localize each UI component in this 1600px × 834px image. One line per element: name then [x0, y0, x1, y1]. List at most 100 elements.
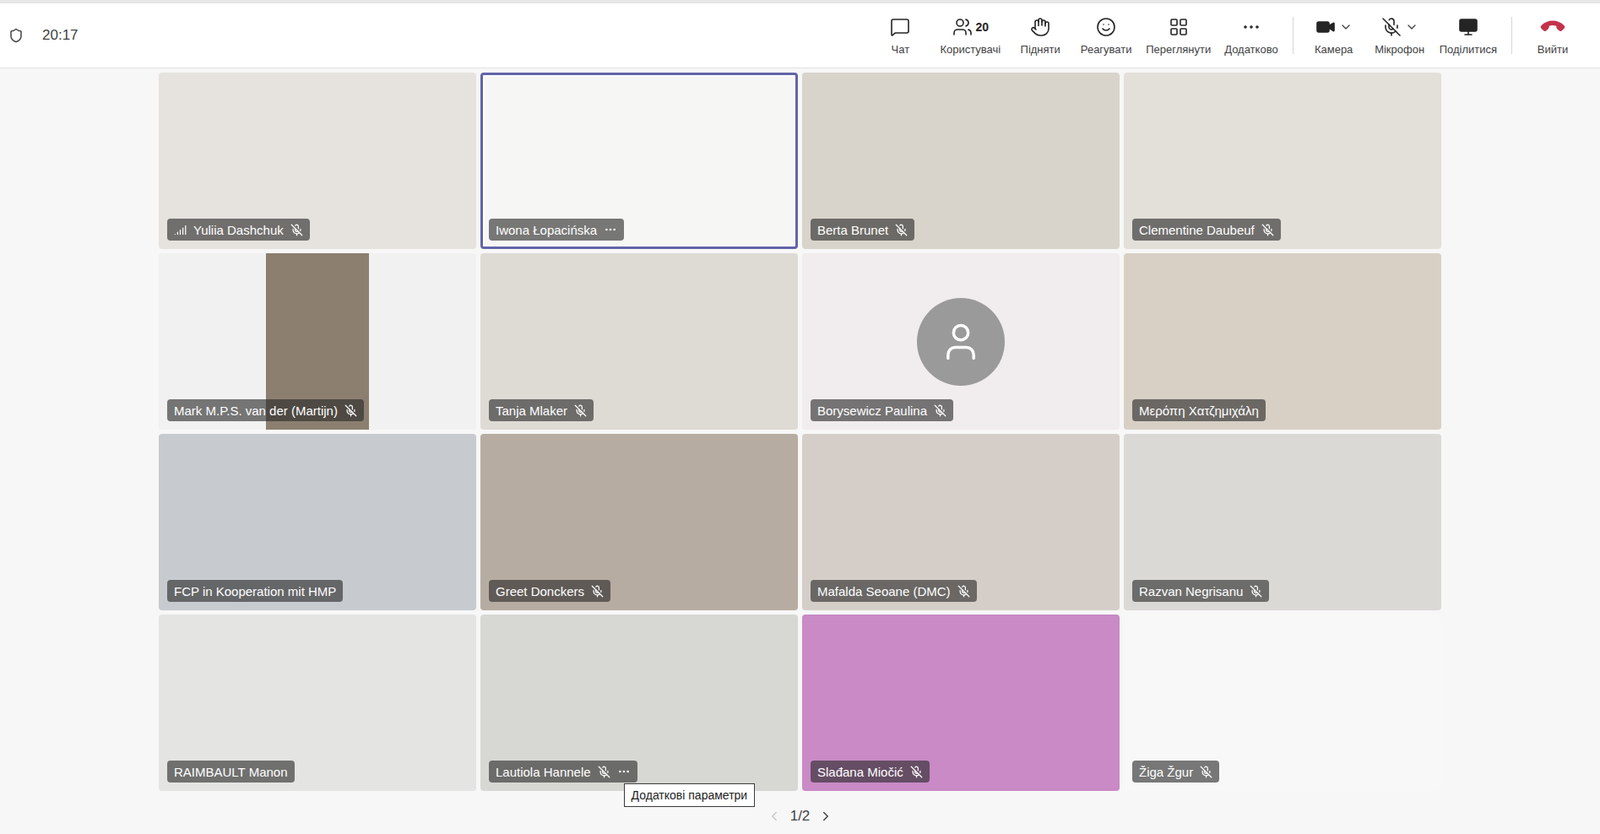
signal-icon	[173, 223, 187, 237]
toolbar-button[interactable]: Додатково	[1218, 10, 1284, 61]
participant-name: Μερόπη Χατζημιχάλη	[1138, 403, 1259, 418]
participant-tile[interactable]: Mafalda Seoane (DMC)	[802, 433, 1120, 611]
toolbar-button[interactable]: Реагувати	[1073, 10, 1139, 61]
people-icon	[952, 16, 973, 38]
video-grid: Yuliia Dashchuk Iwona Łopacińska Berta Bru…	[0, 72, 1600, 792]
mic-off-icon	[1249, 585, 1263, 598]
participant-count: 20	[976, 20, 990, 34]
participant-name: RAIMBAULT Manon	[173, 764, 288, 780]
toolbar-label: Мікрофон	[1374, 43, 1425, 56]
toolbar-button[interactable]: Чат	[867, 10, 933, 61]
participant-tile[interactable]: Žiga Žgur	[1123, 614, 1442, 792]
toolbar-button[interactable]: Камера	[1301, 10, 1367, 61]
toolbar-button[interactable]: Вийти	[1520, 10, 1585, 61]
name-label: Greet Donckers	[488, 580, 611, 603]
toolbar-icon-row	[1241, 16, 1262, 38]
mic-off-icon	[894, 223, 908, 237]
participant-tile[interactable]: Iwona Łopacińska	[480, 72, 798, 250]
participant-name: Mark M.P.S. van der (Martijn)	[173, 403, 338, 418]
mic-off-icon	[574, 404, 587, 418]
more-options-button[interactable]	[603, 222, 618, 237]
participant-tile[interactable]: Greet Donckers	[480, 433, 798, 611]
participant-tile[interactable]: Tanja Mlaker	[480, 253, 798, 430]
mic-off-icon	[344, 404, 358, 418]
toolbar-icon-row	[1030, 16, 1051, 38]
toolbar-icon-row	[1381, 16, 1419, 38]
share-icon	[1458, 16, 1479, 38]
participant-name: Lautiola Hannele	[495, 764, 592, 780]
mic-off-icon	[290, 223, 304, 237]
toolbar-button[interactable]: Поділитися	[1433, 10, 1503, 61]
next-page-icon[interactable]	[818, 808, 834, 825]
participant-tile[interactable]: Mark M.P.S. van der (Martijn)	[158, 253, 477, 430]
name-label: Yuliia Dashchuk	[167, 218, 310, 241]
participant-name: Mafalda Seoane (DMC)	[817, 584, 951, 599]
toolbar-separator	[1292, 16, 1294, 55]
mic-off-icon	[933, 404, 947, 418]
more-options-button[interactable]: Додаткові параметри	[617, 764, 631, 779]
previous-page-icon	[766, 808, 782, 825]
meeting-window: 20:17 Чат 20 Користувачі Підняти Реагувати Пер…	[0, 0, 1600, 834]
participant-name: Razvan Negrisanu	[1138, 584, 1243, 599]
name-label: Mark M.P.S. van der (Martijn)	[167, 399, 364, 422]
more-icon	[617, 764, 631, 779]
participant-tile[interactable]: Razvan Negrisanu	[1123, 433, 1442, 611]
name-label: Razvan Negrisanu	[1132, 580, 1270, 603]
raise-hand-icon	[1030, 16, 1051, 38]
participant-tile[interactable]: Lautiola Hannele Додаткові параметри	[480, 614, 798, 792]
participant-name: Clementine Daubeuf	[1138, 222, 1255, 238]
toolbar-icon-row	[1315, 16, 1353, 38]
participant-name: Slađana Miočić	[817, 764, 904, 780]
participant-name: Tanja Mlaker	[495, 403, 568, 418]
participant-tile[interactable]: Borysewicz Paulina	[802, 253, 1120, 430]
name-label: Slađana Miočić	[810, 760, 930, 783]
name-label: Μερόπη Χατζημιχάλη	[1132, 399, 1266, 422]
chevron-down-icon[interactable]	[1339, 20, 1353, 34]
toolbar-icon-row	[1095, 16, 1117, 38]
participant-tile[interactable]: Μερόπη Χατζημιχάλη	[1123, 253, 1442, 430]
toolbar-label: Реагувати	[1080, 43, 1133, 56]
view-icon	[1168, 16, 1189, 38]
participant-tile[interactable]: FCP in Kooperation mit HMP	[158, 433, 477, 611]
participant-tile[interactable]: RAIMBAULT Manon	[158, 614, 477, 792]
name-label: Clementine Daubeuf	[1132, 218, 1281, 241]
participant-tile[interactable]: Berta Brunet	[802, 72, 1120, 250]
meeting-info: 20:17	[8, 27, 79, 44]
page-indicator: 1/2	[790, 808, 811, 825]
shield-icon	[8, 27, 24, 44]
mic-off-icon	[1199, 765, 1213, 779]
participant-tile[interactable]: Slađana Miočić	[802, 614, 1120, 792]
participant-tile[interactable]: Yuliia Dashchuk	[158, 72, 477, 250]
mic-off-icon	[1261, 223, 1275, 237]
more-icon	[603, 222, 618, 237]
toolbar-label: Переглянути	[1145, 43, 1211, 56]
toolbar-button[interactable]: Переглянути	[1139, 10, 1217, 61]
toolbar-button[interactable]: Підняти	[1008, 10, 1073, 61]
name-label: Tanja Mlaker	[488, 399, 594, 422]
person-icon	[938, 320, 983, 364]
name-label: Lautiola Hannele Додаткові параметри	[488, 760, 638, 783]
name-label: FCP in Kooperation mit HMP	[167, 580, 343, 603]
participant-name: Yuliia Dashchuk	[193, 222, 284, 238]
toolbar-separator	[1511, 16, 1513, 55]
participant-tile[interactable]: Clementine Daubeuf	[1123, 72, 1442, 250]
toolbar-icon-row: 20	[952, 16, 990, 38]
mic-off-icon	[910, 765, 923, 779]
react-icon	[1095, 16, 1117, 38]
toolbar-label: Додатково	[1224, 43, 1278, 56]
chat-icon	[889, 16, 911, 38]
avatar	[916, 298, 1005, 386]
toolbar: Чат 20 Користувачі Підняти Реагувати Переглян…	[867, 3, 1585, 68]
camera-icon	[1315, 16, 1336, 38]
name-label: Iwona Łopacińska	[488, 218, 624, 241]
toolbar-button[interactable]: 20 Користувачі	[933, 10, 1007, 61]
mic-off-icon	[597, 765, 611, 779]
name-label: Žiga Žgur	[1132, 760, 1220, 783]
pagination: 1/2	[0, 808, 1600, 825]
toolbar-button[interactable]: Мікрофон	[1367, 10, 1432, 61]
toolbar-label: Користувачі	[939, 43, 1001, 56]
toolbar-icon-row	[889, 16, 911, 38]
toolbar-label: Поділитися	[1439, 43, 1497, 56]
chevron-down-icon[interactable]	[1404, 20, 1419, 34]
name-label: Berta Brunet	[810, 218, 915, 241]
